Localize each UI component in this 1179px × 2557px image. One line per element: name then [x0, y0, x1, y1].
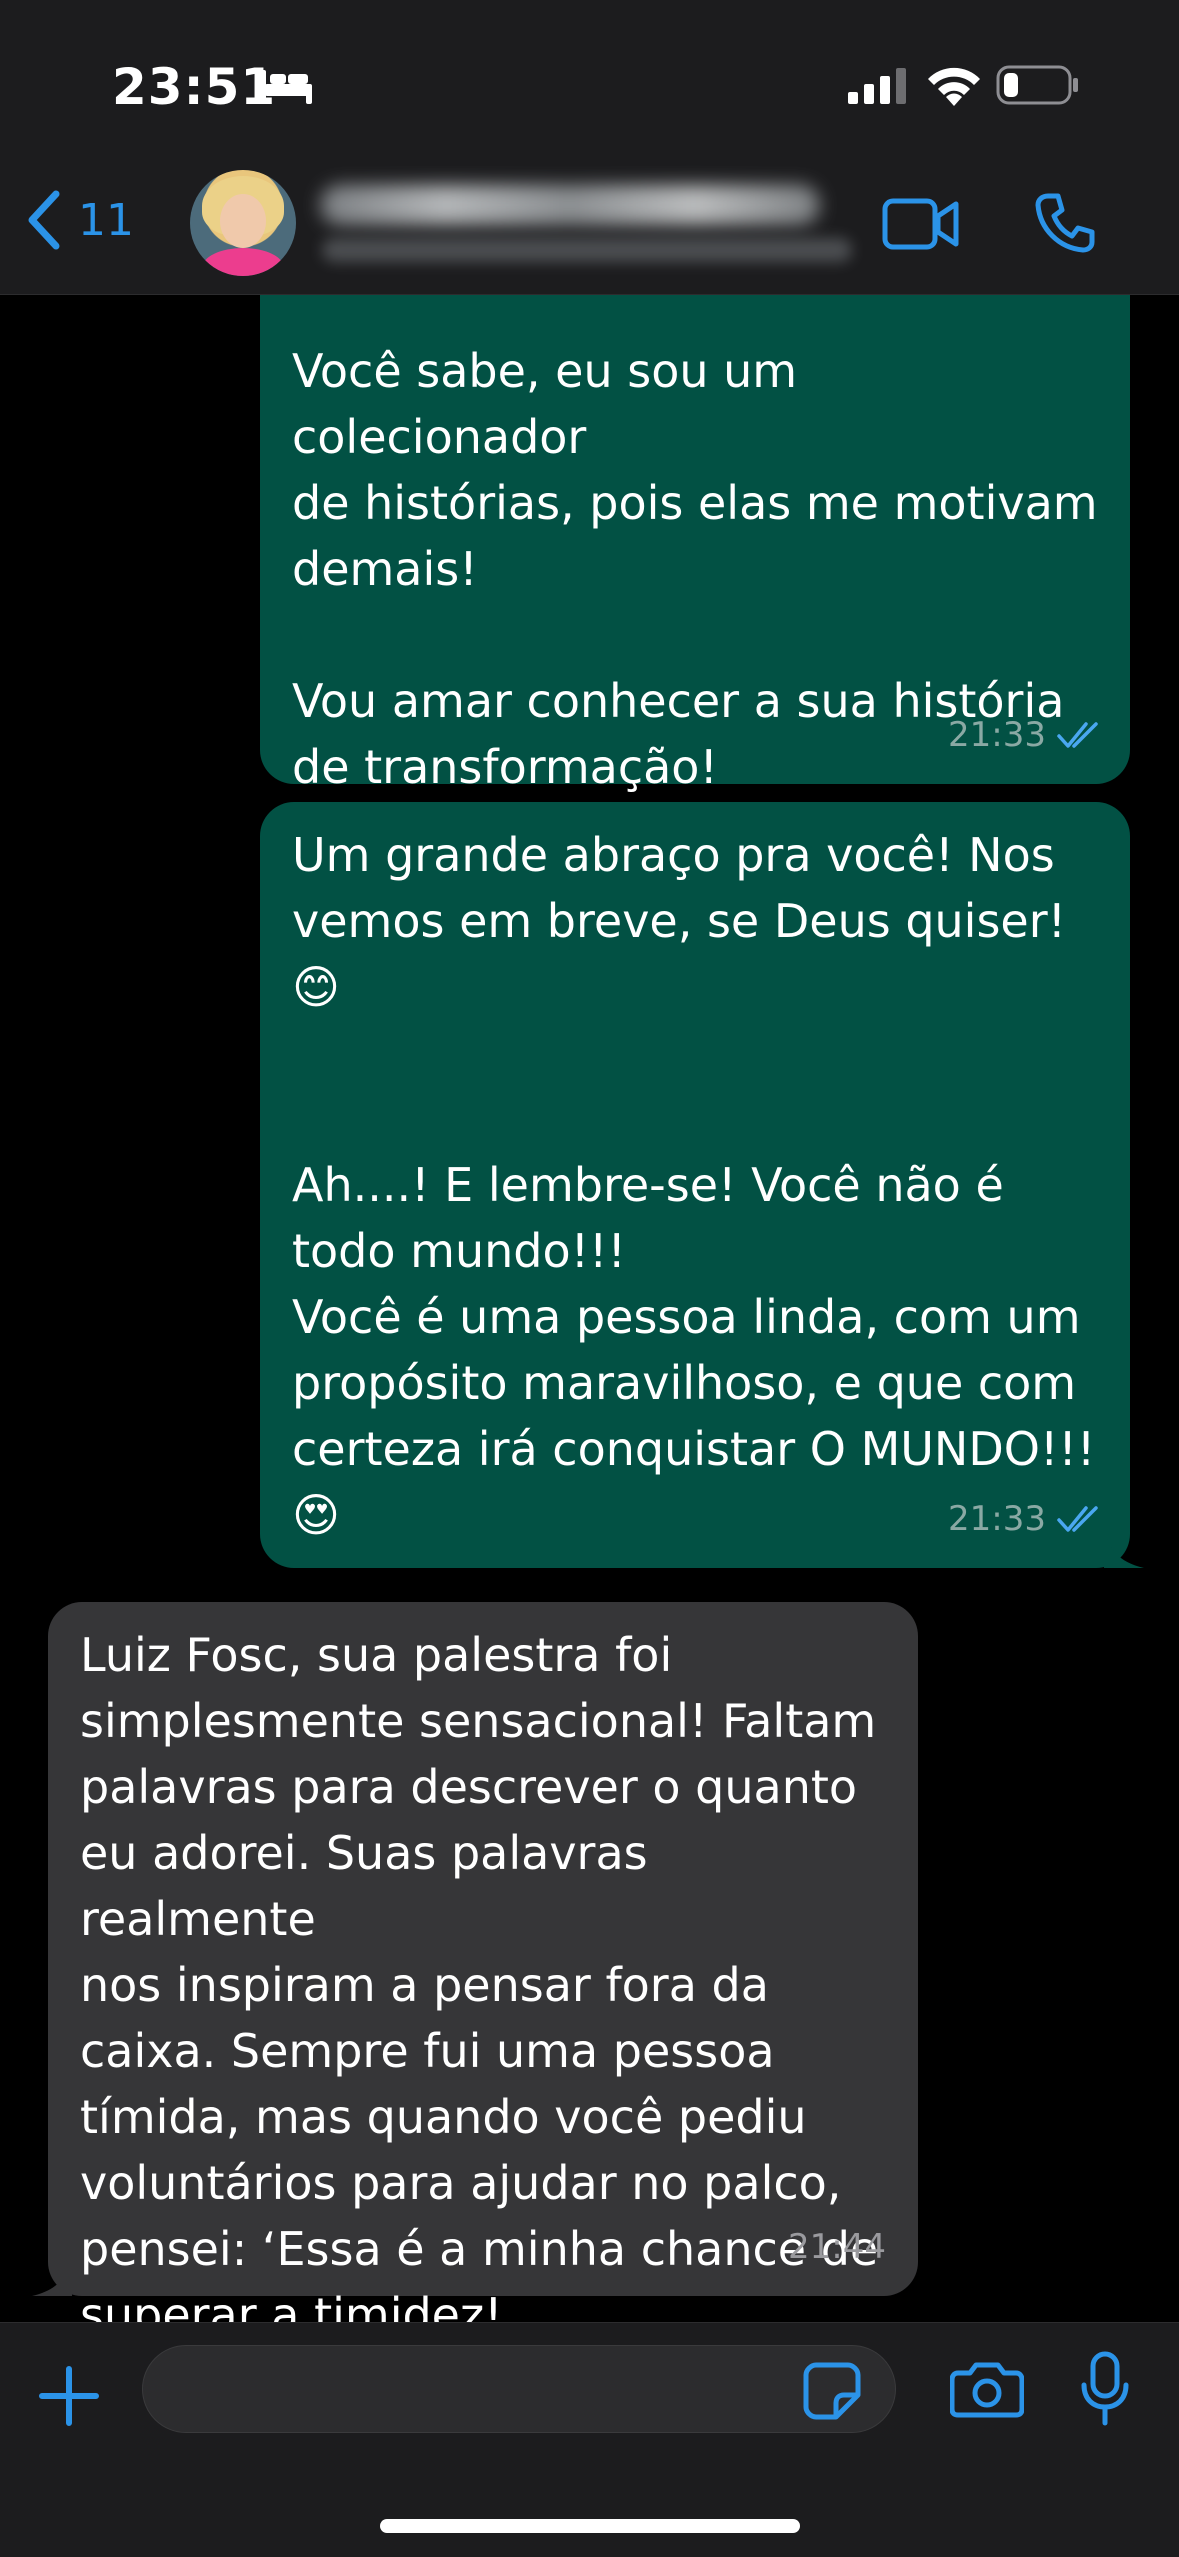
bubble-tail [1104, 1528, 1144, 1568]
composer-bar [0, 2322, 1179, 2557]
microphone-icon[interactable] [1080, 2351, 1130, 2427]
message-bubble-outgoing[interactable]: Um grande abraço pra você! Nos vemos em … [260, 802, 1144, 1568]
back-button[interactable]: 11 [24, 190, 134, 250]
contact-subtitle-blurred [322, 238, 852, 262]
message-bubble-outgoing[interactable]: Você sabe, eu sou um colecionador de his… [260, 294, 1130, 794]
chat-header: 23:51 11 [0, 0, 1179, 295]
message-text: Luiz Fosc, sua palestra foi simplesmente… [80, 1628, 879, 2322]
home-indicator [380, 2519, 800, 2533]
message-time: 21:33 [948, 1499, 1046, 1539]
avatar[interactable] [190, 170, 296, 276]
wifi-icon [928, 67, 980, 106]
contact-name-blurred[interactable] [320, 185, 820, 225]
signal-icon [848, 68, 906, 104]
message-time: 21:44 [788, 2227, 886, 2267]
message-meta: 21:33 [948, 702, 1104, 768]
message-bubble-incoming[interactable]: Luiz Fosc, sua palestra foi simplesmente… [32, 1602, 918, 2322]
message-time: 21:33 [948, 715, 1046, 755]
message-text: Um grande abraço pra você! Nos vemos em … [292, 828, 1096, 1542]
double-check-icon [1057, 1506, 1098, 1532]
plus-icon[interactable] [36, 2363, 102, 2429]
message-meta: 21:44 [788, 2214, 886, 2280]
phone-icon[interactable] [1034, 192, 1096, 254]
unread-count: 11 [78, 194, 134, 246]
bubble-tail [32, 2256, 72, 2296]
chevron-left-icon [28, 190, 60, 250]
video-call-icon[interactable] [882, 196, 960, 252]
message-list[interactable]: Você sabe, eu sou um colecionador de his… [0, 294, 1179, 2322]
camera-icon[interactable] [950, 2359, 1024, 2419]
status-time: 23:51 [112, 58, 277, 116]
sticker-icon[interactable] [802, 2361, 862, 2421]
double-check-icon [1057, 722, 1098, 748]
message-meta: 21:33 [948, 1486, 1104, 1552]
message-input[interactable] [142, 2345, 896, 2433]
battery-icon [996, 65, 1078, 105]
bed-icon [260, 70, 312, 104]
